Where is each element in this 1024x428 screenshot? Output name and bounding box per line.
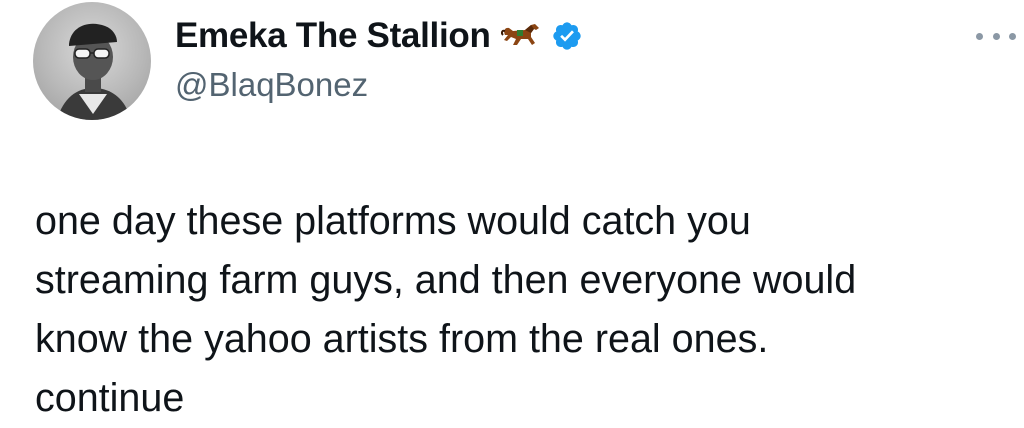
verified-badge-icon: [551, 20, 583, 52]
author-name-row: Emeka The Stallion: [175, 14, 583, 58]
tweet-card: Emeka The Stallion @BlaqBonez one day th…: [0, 0, 1024, 428]
author-handle[interactable]: @BlaqBonez: [175, 66, 368, 104]
tweet-text: one day these platforms would catch you …: [35, 199, 857, 420]
more-dot: [992, 32, 1000, 40]
author-display-name[interactable]: Emeka The Stallion: [175, 16, 491, 56]
more-options-icon[interactable]: [976, 26, 1016, 46]
avatar-image: [57, 23, 131, 120]
more-dot: [976, 32, 983, 40]
more-dot: [1009, 32, 1016, 40]
avatar[interactable]: [33, 2, 151, 120]
horse-icon: [500, 21, 541, 51]
